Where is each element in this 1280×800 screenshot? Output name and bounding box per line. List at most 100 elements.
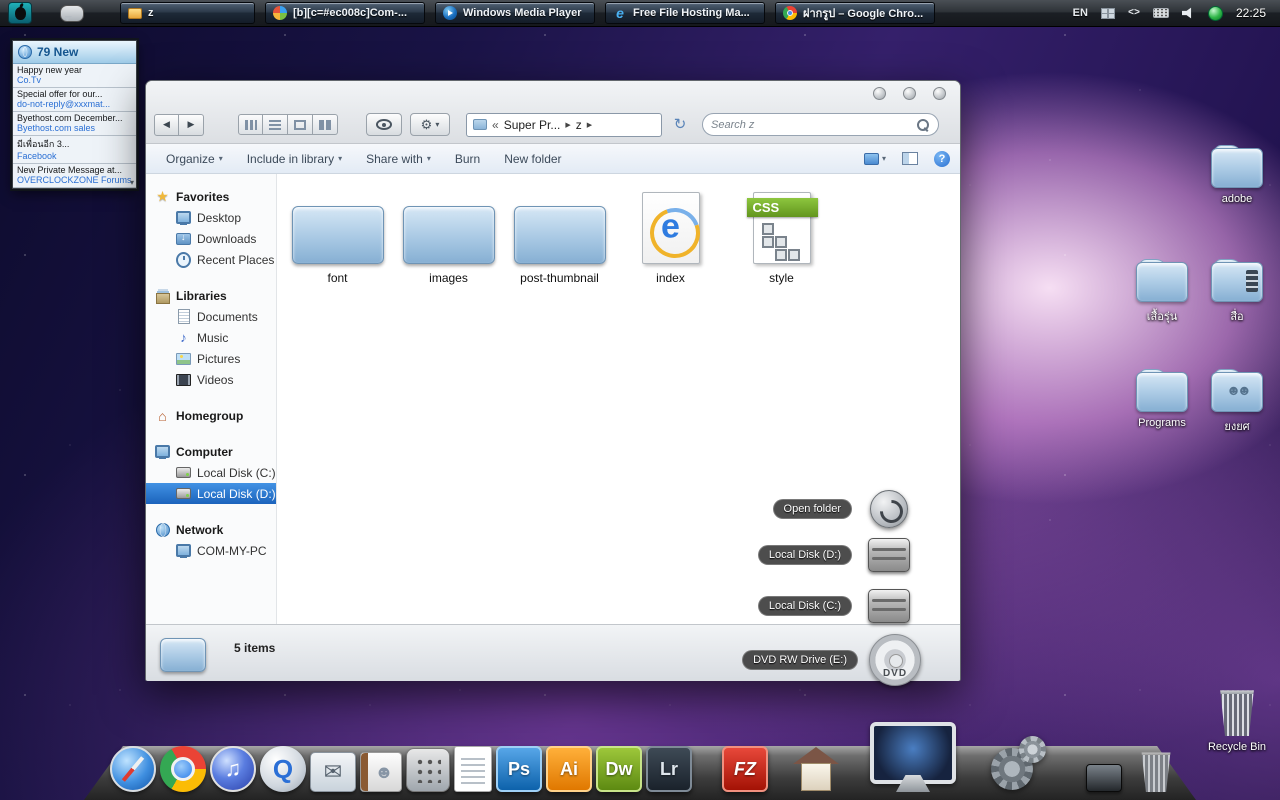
file-post-thumbnail[interactable]: post-thumbnail bbox=[509, 190, 610, 285]
sidebar-item-documents[interactable]: Documents bbox=[146, 306, 276, 327]
commandbar-burn[interactable]: Burn bbox=[445, 148, 490, 170]
taskbar-button-b-c-ec008c-com[interactable]: [b][c=#ec008c]Com-... bbox=[265, 2, 425, 24]
notification-item[interactable]: Special offer for our... do-not-reply@xxx… bbox=[13, 88, 136, 112]
dock-item-contacts[interactable] bbox=[360, 752, 402, 792]
refresh-button[interactable]: ↻ bbox=[670, 115, 690, 135]
stack-item-dvd-rw-drive-e[interactable]: DVD RW Drive (E:) DVD bbox=[742, 634, 922, 686]
sidebar-item-label: Videos bbox=[197, 372, 234, 387]
taskbar-button-z[interactable]: z bbox=[120, 2, 255, 24]
breadcrumb-separator-icon[interactable]: ▶ bbox=[587, 121, 592, 129]
dropdown-caret-icon: ▾ bbox=[218, 154, 223, 163]
sidebar-item-downloads[interactable]: Downloads bbox=[146, 228, 276, 249]
sidebar-item-local-disk-c[interactable]: Local Disk (C:) bbox=[146, 462, 276, 483]
view-icons-button[interactable] bbox=[238, 114, 263, 135]
desktop-icon-programs[interactable]: Programs bbox=[1120, 368, 1204, 429]
search-icon[interactable] bbox=[916, 118, 930, 132]
view-content-button[interactable] bbox=[313, 114, 338, 135]
stack-item-local-disk-c[interactable]: Local Disk (C:) bbox=[757, 589, 916, 623]
sidebar-item-homegroup[interactable]: Homegroup bbox=[146, 405, 276, 426]
dock-item-safari[interactable] bbox=[110, 746, 156, 792]
taskbar-button-windows-media-player[interactable]: Windows Media Player bbox=[435, 2, 595, 24]
commandbar-organize[interactable]: Organize ▾ bbox=[156, 148, 233, 170]
notification-item[interactable]: Happy new year Co.Tv bbox=[13, 64, 136, 88]
stack-item-open-folder[interactable]: Open folder bbox=[772, 490, 916, 528]
sidebar-item-libraries[interactable]: Libraries bbox=[146, 285, 276, 306]
dock-item-dreamweaver[interactable]: Dw bbox=[596, 746, 642, 792]
language-indicator[interactable]: EN bbox=[1073, 7, 1088, 19]
help-button[interactable]: ? bbox=[934, 150, 950, 167]
notification-item[interactable]: มีเพื่อนอีก 3... Facebook bbox=[13, 136, 136, 164]
search-input[interactable] bbox=[711, 118, 912, 131]
window-maximize-button[interactable] bbox=[903, 87, 916, 100]
breadcrumb-collapsed[interactable]: « bbox=[492, 118, 499, 132]
dock-item-calculator[interactable] bbox=[406, 748, 450, 792]
dock-item-filezilla[interactable]: FZ bbox=[722, 746, 768, 792]
dock-item-home[interactable] bbox=[792, 746, 840, 792]
breadcrumb-current[interactable]: z bbox=[576, 118, 582, 132]
desktop-icon-item[interactable]: สื่อ bbox=[1195, 258, 1279, 325]
sidebar-item-recent-places[interactable]: Recent Places bbox=[146, 249, 276, 270]
search-box[interactable] bbox=[702, 113, 939, 136]
dock-item-imac[interactable] bbox=[870, 722, 956, 792]
back-button[interactable]: ◀ bbox=[154, 113, 179, 136]
dock-item-mail[interactable] bbox=[310, 752, 356, 792]
dock-item-illustrator[interactable]: Ai bbox=[546, 746, 592, 792]
desktop-icon-item[interactable]: เสื้อรุ่น bbox=[1120, 258, 1204, 325]
taskbar-button-google-chro[interactable]: ฝากรูป – Google Chro... bbox=[775, 2, 935, 24]
file-images[interactable]: images bbox=[398, 190, 499, 285]
breadcrumb-root[interactable]: Super Pr... bbox=[504, 118, 561, 132]
window-close-button[interactable] bbox=[933, 87, 946, 100]
sidebar-item-music[interactable]: Music bbox=[146, 327, 276, 348]
sidebar-item-com-my-pc[interactable]: COM-MY-PC bbox=[146, 540, 276, 561]
sidebar-item-videos[interactable]: Videos bbox=[146, 369, 276, 390]
preview-pane-button[interactable] bbox=[902, 152, 918, 165]
preview-button[interactable] bbox=[366, 113, 402, 136]
sidebar-item-local-disk-d[interactable]: Local Disk (D:) bbox=[146, 483, 276, 504]
notification-item[interactable]: New Private Message at... OVERCLOCKZONE F… bbox=[13, 164, 136, 188]
green-orb-icon[interactable] bbox=[1207, 5, 1223, 21]
dock-item-lightroom[interactable]: Lr bbox=[646, 746, 692, 792]
forward-button[interactable]: ▶ bbox=[179, 113, 204, 136]
dock-item-chrome[interactable] bbox=[160, 746, 206, 792]
chat-bubble-icon[interactable] bbox=[60, 4, 84, 22]
sidebar-item-favorites[interactable]: Favorites bbox=[146, 186, 276, 207]
keyboard-tray-icon[interactable] bbox=[1152, 8, 1169, 18]
volume-icon[interactable] bbox=[1181, 7, 1192, 19]
file-style[interactable]: CSS style bbox=[731, 190, 832, 285]
dock-item-system-preferences[interactable] bbox=[988, 734, 1048, 792]
desktop-icon-recycle-bin[interactable]: Recycle Bin bbox=[1195, 688, 1279, 753]
clock[interactable]: 22:25 bbox=[1236, 6, 1266, 20]
taskbar-button-free-file-hosting-ma[interactable]: Free File Hosting Ma... bbox=[605, 2, 765, 24]
file-index[interactable]: index bbox=[620, 190, 721, 285]
breadcrumb-separator-icon[interactable]: ▶ bbox=[565, 121, 570, 129]
sidebar-item-computer[interactable]: Computer bbox=[146, 441, 276, 462]
dock-item-quicktime[interactable] bbox=[260, 746, 306, 792]
desktop-icon-item[interactable]: ยงยศ bbox=[1195, 368, 1279, 435]
view-details-button[interactable] bbox=[288, 114, 313, 135]
grid-tray-icon[interactable] bbox=[1100, 7, 1115, 19]
window-minimize-button[interactable] bbox=[873, 87, 886, 100]
change-view-button[interactable]: ▾ bbox=[863, 152, 886, 165]
view-list-button[interactable] bbox=[263, 114, 288, 135]
address-bar[interactable]: « Super Pr... ▶ z ▶ bbox=[466, 112, 662, 137]
desktop-icon-adobe[interactable]: adobe bbox=[1195, 144, 1279, 205]
dock-item-photoshop[interactable]: Ps bbox=[496, 746, 542, 792]
scroll-down-icon[interactable]: ▾ bbox=[130, 178, 134, 187]
sidebar-item-desktop[interactable]: Desktop bbox=[146, 207, 276, 228]
settings-button[interactable]: ⚙ ▾ bbox=[410, 113, 450, 136]
sidebar-item-pictures[interactable]: Pictures bbox=[146, 348, 276, 369]
window-titlebar[interactable] bbox=[146, 81, 960, 106]
start-button[interactable] bbox=[8, 2, 32, 24]
file-font[interactable]: font bbox=[287, 190, 388, 285]
commandbar-share-with[interactable]: Share with ▾ bbox=[356, 148, 441, 170]
commandbar-include-in-library[interactable]: Include in library ▾ bbox=[237, 148, 352, 170]
commandbar-new-folder[interactable]: New folder bbox=[494, 148, 571, 170]
notification-item[interactable]: Byethost.com December... Byethost.com sal… bbox=[13, 112, 136, 136]
dock-item-trash-small[interactable] bbox=[1138, 750, 1174, 792]
code-tray-icon[interactable]: <> bbox=[1128, 8, 1140, 19]
sidebar-item-network[interactable]: Network bbox=[146, 519, 276, 540]
dock-item-textedit[interactable] bbox=[454, 746, 492, 792]
dock-item-media-small[interactable] bbox=[1086, 764, 1122, 792]
stack-item-local-disk-d[interactable]: Local Disk (D:) bbox=[757, 538, 916, 572]
dock-item-itunes[interactable] bbox=[210, 746, 256, 792]
